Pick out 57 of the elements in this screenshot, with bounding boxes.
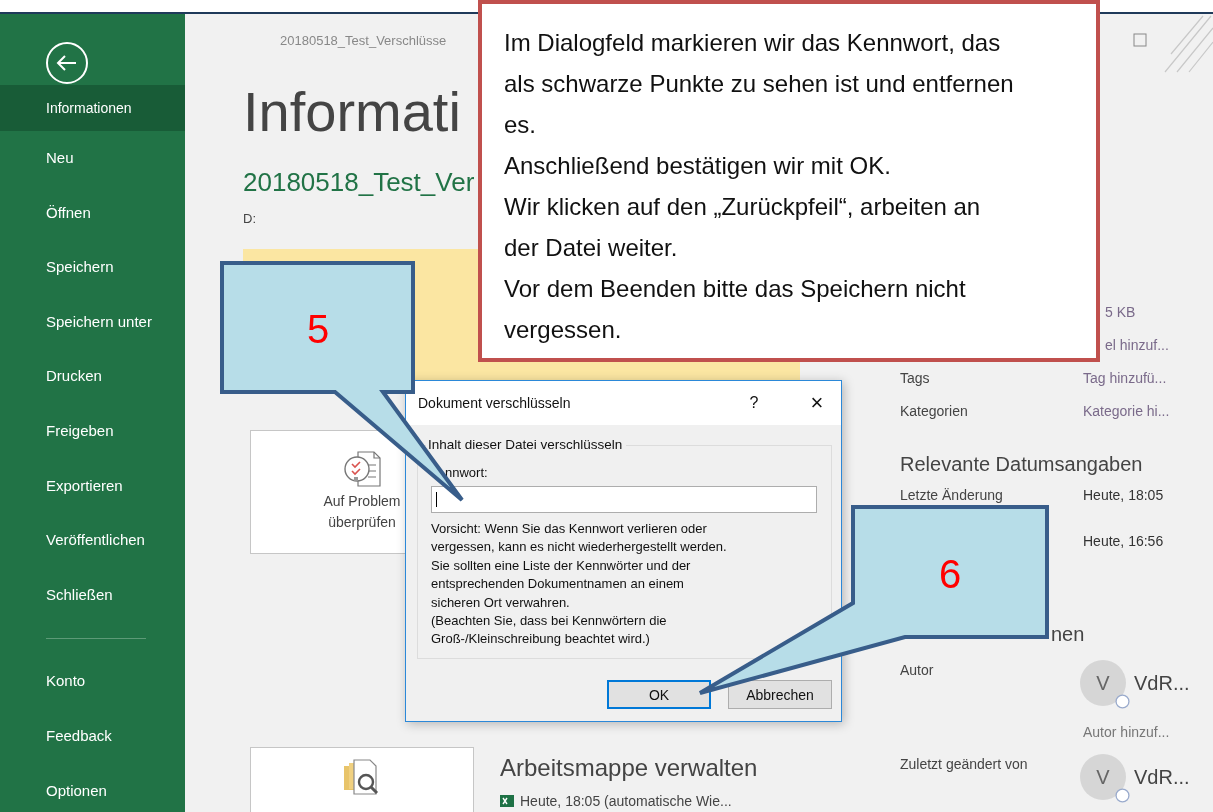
file-name: 20180518_Test_Ver [243, 166, 475, 198]
file-path: D: [243, 210, 257, 228]
autosave-info: Heute, 18:05 (automatische Wie... [520, 793, 732, 809]
property-label: Tags [900, 369, 931, 386]
sidebar-item[interactable]: Veröffentlichen [0, 513, 185, 568]
sidebar-item[interactable]: Informationen [0, 85, 185, 131]
spreadsheet-file-icon [500, 794, 514, 808]
note-text: Im Dialogfeld markieren wir das Kennwort, das als schwarze Punkte zu sehen ist und entfernen es. [504, 28, 1015, 140]
sidebar-item[interactable]: Speichern [0, 240, 185, 295]
dialog-button[interactable]: OK [607, 680, 711, 709]
card-label: überprüfen [328, 513, 396, 532]
sidebar-item[interactable]: Exportieren [0, 458, 185, 514]
help-button[interactable]: ? [744, 394, 764, 412]
sidebar-item[interactable]: Konto [0, 654, 185, 709]
section-title: Arbeitsmappe verwalten [500, 753, 758, 783]
sidebar-item[interactable]: Speichern unter [0, 294, 185, 350]
property-label: Kategorien [900, 402, 969, 419]
window-title: 20180518_Test_Verschlüsse [280, 32, 447, 48]
property-label: Autor [900, 661, 935, 678]
close-button[interactable]: × [807, 390, 827, 416]
presence-icon [1115, 788, 1130, 803]
corner-pattern-drawing [1163, 14, 1213, 74]
property-value[interactable]: Kategorie hi... [1083, 402, 1170, 419]
add-author-link[interactable]: Autor hinzuf... [1083, 724, 1170, 740]
maximize-icon[interactable] [1133, 33, 1147, 47]
note-text: Vor dem Beenden bitte das Speichern nicht vergessen. [504, 274, 967, 345]
sidebar-item[interactable]: Neu [0, 131, 185, 186]
property-label: Zuletzt geändert von [900, 755, 1029, 772]
sidebar-item[interactable]: Öffnen [0, 185, 185, 241]
person-name: VdR... [1134, 765, 1190, 789]
password-field[interactable] [431, 486, 817, 513]
section-heading: Relevante Datumsangaben [900, 452, 1144, 477]
property-label: Letzte Änderung [900, 487, 1004, 503]
person-name: VdR... [1134, 671, 1190, 695]
property-value[interactable]: el hinzuf... [1105, 336, 1169, 353]
sidebar-item[interactable]: Freigeben [0, 403, 185, 459]
date-value: Heute, 16:56 [1083, 533, 1164, 549]
page-heading: Informati [243, 82, 461, 142]
property-value[interactable]: Tag hinzufü... [1083, 369, 1167, 386]
sidebar-item[interactable]: Drucken [0, 349, 185, 404]
sidebar-item[interactable]: Optionen [0, 763, 185, 812]
property-value[interactable]: 5 KB [1105, 303, 1136, 320]
dialog-button[interactable]: Abbrechen [728, 680, 832, 709]
step-number: 5 [306, 307, 330, 351]
avatar-initial: V [1096, 671, 1110, 695]
note-text: Wir klicken auf den „Zurückpfeil“, arbeiten an der Datei weiter. [504, 192, 982, 263]
date-value: Heute, 18:05 [1083, 487, 1164, 503]
presence-icon [1115, 694, 1130, 709]
avatar-initial: V [1096, 765, 1110, 789]
note-text: Anschließend bestätigen wir mit OK. [504, 151, 892, 181]
card-label: Auf Problem [323, 492, 401, 511]
sidebar-item[interactable]: Schließen [0, 567, 185, 623]
sidebar-item[interactable]: Feedback [0, 708, 185, 764]
dialog-title: Dokument verschlüsseln [418, 395, 572, 411]
step-number: 6 [938, 552, 962, 596]
manage-card[interactable] [250, 747, 474, 812]
section-heading: nen [1051, 622, 1086, 647]
